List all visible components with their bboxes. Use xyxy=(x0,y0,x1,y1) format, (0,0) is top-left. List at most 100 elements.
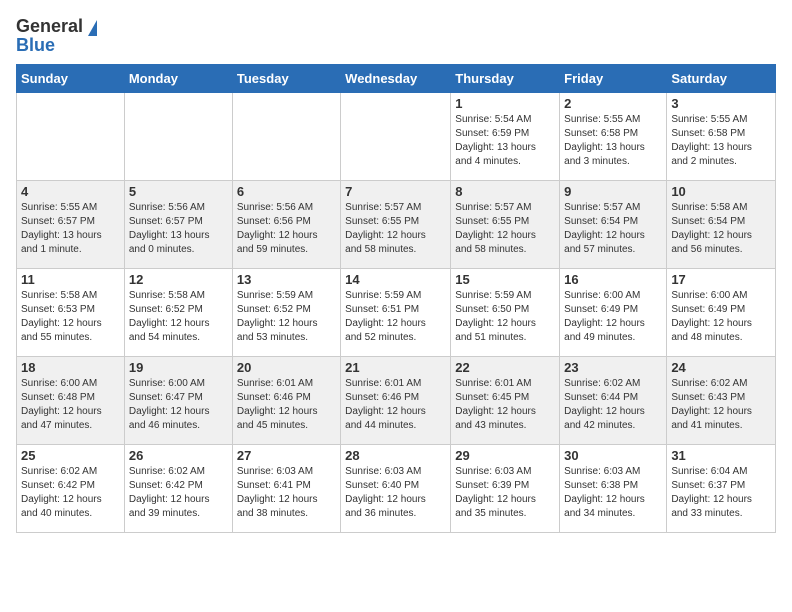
day-number: 15 xyxy=(455,272,555,287)
calendar-cell: 14 Sunrise: 5:59 AM Sunset: 6:51 PM Dayli… xyxy=(341,269,451,357)
day-number: 27 xyxy=(237,448,336,463)
column-header-tuesday: Tuesday xyxy=(232,65,340,93)
calendar-table: SundayMondayTuesdayWednesdayThursdayFrid… xyxy=(16,64,776,533)
logo-triangle-icon xyxy=(88,20,97,36)
calendar-cell: 1 Sunrise: 5:54 AM Sunset: 6:59 PM Daylig… xyxy=(451,93,560,181)
day-info: Sunrise: 5:57 AM Sunset: 6:55 PM Dayligh… xyxy=(455,201,555,257)
calendar-cell: 9Sunrise: 5:57 AM Sunset: 6:54 PM Daylig… xyxy=(560,181,667,269)
calendar-cell: 27Sunrise: 6:03 AM Sunset: 6:41 PM Dayli… xyxy=(232,445,340,533)
day-number: 6 xyxy=(237,184,336,199)
day-number: 13 xyxy=(237,272,336,287)
day-number: 16 xyxy=(564,272,662,287)
page-header: General Blue xyxy=(16,16,776,56)
day-number: 21 xyxy=(345,360,446,375)
day-number: 12 xyxy=(129,272,228,287)
day-info: Sunrise: 6:02 AM Sunset: 6:44 PM Dayligh… xyxy=(564,377,662,433)
day-info: Sunrise: 5:54 AM Sunset: 6:59 PM Dayligh… xyxy=(455,113,555,169)
calendar-cell: 4 Sunrise: 5:55 AM Sunset: 6:57 PM Daylig… xyxy=(17,181,125,269)
calendar-cell: 22Sunrise: 6:01 AM Sunset: 6:45 PM Dayli… xyxy=(451,357,560,445)
calendar-cell xyxy=(17,93,125,181)
day-number: 14 xyxy=(345,272,446,287)
day-number: 20 xyxy=(237,360,336,375)
calendar-cell: 8Sunrise: 5:57 AM Sunset: 6:55 PM Daylig… xyxy=(451,181,560,269)
day-info: Sunrise: 5:55 AM Sunset: 6:57 PM Dayligh… xyxy=(21,201,120,257)
logo-blue: Blue xyxy=(16,35,55,56)
calendar-cell: 28 Sunrise: 6:03 AM Sunset: 6:40 PM Dayli… xyxy=(341,445,451,533)
calendar-cell: 21Sunrise: 6:01 AM Sunset: 6:46 PM Dayli… xyxy=(341,357,451,445)
calendar-cell: 5Sunrise: 5:56 AM Sunset: 6:57 PM Daylig… xyxy=(124,181,232,269)
day-info: Sunrise: 5:56 AM Sunset: 6:56 PM Dayligh… xyxy=(237,201,336,257)
calendar-cell xyxy=(124,93,232,181)
calendar-cell: 25 Sunrise: 6:02 AM Sunset: 6:42 PM Dayli… xyxy=(17,445,125,533)
calendar-cell: 12 Sunrise: 5:58 AM Sunset: 6:52 PM Dayli… xyxy=(124,269,232,357)
calendar-cell: 16 Sunrise: 6:00 AM Sunset: 6:49 PM Dayli… xyxy=(560,269,667,357)
calendar-week-row: 4 Sunrise: 5:55 AM Sunset: 6:57 PM Daylig… xyxy=(17,181,776,269)
day-info: Sunrise: 5:58 AM Sunset: 6:54 PM Dayligh… xyxy=(671,201,771,257)
column-header-sunday: Sunday xyxy=(17,65,125,93)
calendar-week-row: 18 Sunrise: 6:00 AM Sunset: 6:48 PM Dayli… xyxy=(17,357,776,445)
day-number: 17 xyxy=(671,272,771,287)
day-info: Sunrise: 6:01 AM Sunset: 6:46 PM Dayligh… xyxy=(237,377,336,433)
calendar-cell xyxy=(341,93,451,181)
day-info: Sunrise: 6:04 AM Sunset: 6:37 PM Dayligh… xyxy=(671,465,771,521)
day-number: 30 xyxy=(564,448,662,463)
day-info: Sunrise: 5:55 AM Sunset: 6:58 PM Dayligh… xyxy=(564,113,662,169)
day-number: 23 xyxy=(564,360,662,375)
day-info: Sunrise: 6:03 AM Sunset: 6:40 PM Dayligh… xyxy=(345,465,446,521)
calendar-cell: 7 Sunrise: 5:57 AM Sunset: 6:55 PM Daylig… xyxy=(341,181,451,269)
calendar-cell xyxy=(232,93,340,181)
column-header-friday: Friday xyxy=(560,65,667,93)
day-number: 2 xyxy=(564,96,662,111)
day-info: Sunrise: 6:00 AM Sunset: 6:49 PM Dayligh… xyxy=(564,289,662,345)
logo: General Blue xyxy=(16,16,97,56)
day-info: Sunrise: 5:59 AM Sunset: 6:52 PM Dayligh… xyxy=(237,289,336,345)
day-number: 29 xyxy=(455,448,555,463)
day-info: Sunrise: 5:56 AM Sunset: 6:57 PM Dayligh… xyxy=(129,201,228,257)
day-info: Sunrise: 6:02 AM Sunset: 6:42 PM Dayligh… xyxy=(129,465,228,521)
day-number: 7 xyxy=(345,184,446,199)
day-number: 18 xyxy=(21,360,120,375)
day-info: Sunrise: 5:58 AM Sunset: 6:52 PM Dayligh… xyxy=(129,289,228,345)
day-info: Sunrise: 5:57 AM Sunset: 6:54 PM Dayligh… xyxy=(564,201,662,257)
day-number: 25 xyxy=(21,448,120,463)
calendar-cell: 24 Sunrise: 6:02 AM Sunset: 6:43 PM Dayli… xyxy=(667,357,776,445)
column-header-wednesday: Wednesday xyxy=(341,65,451,93)
logo-text: General xyxy=(16,16,97,37)
day-number: 10 xyxy=(671,184,771,199)
calendar-week-row: 1 Sunrise: 5:54 AM Sunset: 6:59 PM Daylig… xyxy=(17,93,776,181)
calendar-cell: 26Sunrise: 6:02 AM Sunset: 6:42 PM Dayli… xyxy=(124,445,232,533)
day-number: 28 xyxy=(345,448,446,463)
calendar-cell: 13 Sunrise: 5:59 AM Sunset: 6:52 PM Dayli… xyxy=(232,269,340,357)
calendar-cell: 6 Sunrise: 5:56 AM Sunset: 6:56 PM Daylig… xyxy=(232,181,340,269)
day-info: Sunrise: 5:57 AM Sunset: 6:55 PM Dayligh… xyxy=(345,201,446,257)
day-info: Sunrise: 6:00 AM Sunset: 6:49 PM Dayligh… xyxy=(671,289,771,345)
calendar-cell: 15 Sunrise: 5:59 AM Sunset: 6:50 PM Dayli… xyxy=(451,269,560,357)
day-info: Sunrise: 6:00 AM Sunset: 6:48 PM Dayligh… xyxy=(21,377,120,433)
column-header-monday: Monday xyxy=(124,65,232,93)
day-number: 1 xyxy=(455,96,555,111)
day-number: 31 xyxy=(671,448,771,463)
day-info: Sunrise: 5:59 AM Sunset: 6:51 PM Dayligh… xyxy=(345,289,446,345)
column-header-saturday: Saturday xyxy=(667,65,776,93)
day-info: Sunrise: 6:02 AM Sunset: 6:42 PM Dayligh… xyxy=(21,465,120,521)
day-number: 24 xyxy=(671,360,771,375)
calendar-cell: 19Sunrise: 6:00 AM Sunset: 6:47 PM Dayli… xyxy=(124,357,232,445)
calendar-cell: 20 Sunrise: 6:01 AM Sunset: 6:46 PM Dayli… xyxy=(232,357,340,445)
calendar-week-row: 11 Sunrise: 5:58 AM Sunset: 6:53 PM Dayli… xyxy=(17,269,776,357)
day-info: Sunrise: 6:03 AM Sunset: 6:38 PM Dayligh… xyxy=(564,465,662,521)
calendar-cell: 29Sunrise: 6:03 AM Sunset: 6:39 PM Dayli… xyxy=(451,445,560,533)
day-info: Sunrise: 5:58 AM Sunset: 6:53 PM Dayligh… xyxy=(21,289,120,345)
day-info: Sunrise: 5:55 AM Sunset: 6:58 PM Dayligh… xyxy=(671,113,771,169)
calendar-cell: 2 Sunrise: 5:55 AM Sunset: 6:58 PM Daylig… xyxy=(560,93,667,181)
logo-general: General xyxy=(16,16,83,37)
day-info: Sunrise: 6:01 AM Sunset: 6:45 PM Dayligh… xyxy=(455,377,555,433)
column-header-thursday: Thursday xyxy=(451,65,560,93)
day-number: 11 xyxy=(21,272,120,287)
day-info: Sunrise: 5:59 AM Sunset: 6:50 PM Dayligh… xyxy=(455,289,555,345)
calendar-cell: 10 Sunrise: 5:58 AM Sunset: 6:54 PM Dayli… xyxy=(667,181,776,269)
day-number: 4 xyxy=(21,184,120,199)
calendar-header-row: SundayMondayTuesdayWednesdayThursdayFrid… xyxy=(17,65,776,93)
day-info: Sunrise: 6:02 AM Sunset: 6:43 PM Dayligh… xyxy=(671,377,771,433)
day-number: 3 xyxy=(671,96,771,111)
calendar-cell: 23 Sunrise: 6:02 AM Sunset: 6:44 PM Dayli… xyxy=(560,357,667,445)
